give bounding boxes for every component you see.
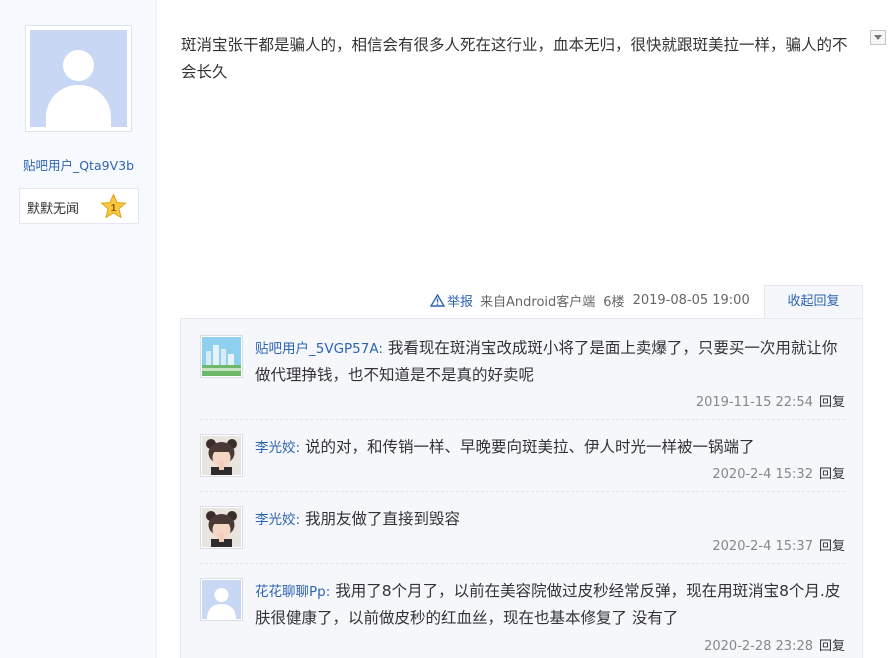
- warning-icon: [430, 293, 445, 307]
- reply-meta: 2019-11-15 22:54 回复: [696, 391, 845, 410]
- reply-time: 2020-2-4 15:32: [712, 467, 813, 482]
- reply-list: 贴吧用户_5VGP57A: 我看现在斑消宝改成斑小将了是面上卖爆了，只要买一次用…: [180, 318, 863, 658]
- default-user-avatar: [202, 580, 241, 619]
- reply-text: 我用了8个月了，以前在美容院做过皮秒经常反弹，现在用斑消宝8个月.皮肤很健康了，…: [255, 582, 841, 627]
- reply-avatar[interactable]: [200, 335, 243, 378]
- post-content: 斑消宝张干都是骗人的，相信会有很多人死在这行业，血本无归，很快就跟斑美拉一样，骗…: [181, 36, 848, 81]
- reply-text: 我朋友做了直接到毁容: [305, 510, 461, 528]
- reply-button[interactable]: 回复: [819, 467, 845, 482]
- reply-item: 李光姣: 我朋友做了直接到毁容 2020-2-4 15:37 回复: [200, 506, 845, 556]
- post-time: 2019-08-05 19:00: [632, 292, 750, 308]
- report-button[interactable]: 举报: [430, 291, 473, 310]
- post-floor: 6楼: [603, 294, 625, 310]
- reply-divider: [200, 419, 845, 420]
- level-star-icon: 1: [100, 193, 127, 219]
- reply-meta: 2020-2-4 15:32 回复: [712, 463, 845, 482]
- default-avatar-icon: [30, 30, 127, 127]
- girl-photo-avatar: [202, 436, 241, 475]
- reply-item: 李光姣: 说的对，和传销一样、早晚要向斑美拉、伊人时光一样被一锅端了 2020-…: [200, 434, 845, 484]
- reply-avatar[interactable]: [200, 434, 243, 477]
- user-name-link[interactable]: 贴吧用户_Qta9V3b: [0, 155, 157, 174]
- reply-divider: [200, 563, 845, 564]
- reply-button[interactable]: 回复: [819, 395, 845, 410]
- reply-time: 2020-2-4 15:37: [712, 539, 813, 554]
- reply-content: 李光姣: 我朋友做了直接到毁容: [255, 506, 845, 533]
- reply-text: 说的对，和传销一样、早晚要向斑美拉、伊人时光一样被一锅端了: [305, 438, 755, 456]
- reply-user-link[interactable]: 花花聊聊Pp:: [255, 584, 330, 600]
- reply-user-link[interactable]: 李光姣:: [255, 440, 300, 456]
- post-tail: 举报 来自Android客户端 6楼 2019-08-05 19:00: [430, 290, 750, 310]
- reply-user-link[interactable]: 贴吧用户_5VGP57A:: [255, 341, 383, 357]
- reply-meta: 2020-2-28 23:28 回复: [704, 635, 845, 654]
- post-dropdown-icon[interactable]: [870, 30, 886, 45]
- reply-content: 李光姣: 说的对，和传销一样、早晚要向斑美拉、伊人时光一样被一锅端了: [255, 434, 845, 461]
- level-title: 默默无闻: [27, 202, 80, 217]
- reply-avatar[interactable]: [200, 578, 243, 621]
- reply-avatar[interactable]: [200, 506, 243, 549]
- reply-button[interactable]: 回复: [819, 539, 845, 554]
- reply-content: 花花聊聊Pp: 我用了8个月了，以前在美容院做过皮秒经常反弹，现在用斑消宝8个月…: [255, 578, 845, 631]
- girl-photo-avatar: [202, 508, 241, 547]
- reply-button[interactable]: 回复: [819, 639, 845, 654]
- reply-content: 贴吧用户_5VGP57A: 我看现在斑消宝改成斑小将了是面上卖爆了，只要买一次用…: [255, 335, 845, 388]
- reply-time: 2020-2-28 23:28: [704, 639, 813, 654]
- collapse-replies-button[interactable]: 收起回复: [764, 285, 863, 319]
- reply-item: 花花聊聊Pp: 我用了8个月了，以前在美容院做过皮秒经常反弹，现在用斑消宝8个月…: [200, 578, 845, 658]
- user-avatar[interactable]: [25, 25, 132, 132]
- post-source: 来自Android客户端: [480, 294, 596, 310]
- reply-divider: [200, 491, 845, 492]
- reply-time: 2019-11-15 22:54: [695, 395, 813, 410]
- landscape-avatar-icon: [202, 337, 241, 376]
- report-label: 举报: [447, 294, 474, 310]
- level-number: 1: [111, 203, 117, 214]
- reply-item: 贴吧用户_5VGP57A: 我看现在斑消宝改成斑小将了是面上卖爆了，只要买一次用…: [200, 335, 845, 415]
- reply-meta: 2020-2-4 15:37 回复: [712, 535, 845, 554]
- reply-user-link[interactable]: 李光姣:: [255, 512, 300, 528]
- user-level-badge[interactable]: 默默无闻 1: [19, 188, 139, 224]
- user-panel: 贴吧用户_Qta9V3b 默默无闻 1: [0, 0, 157, 658]
